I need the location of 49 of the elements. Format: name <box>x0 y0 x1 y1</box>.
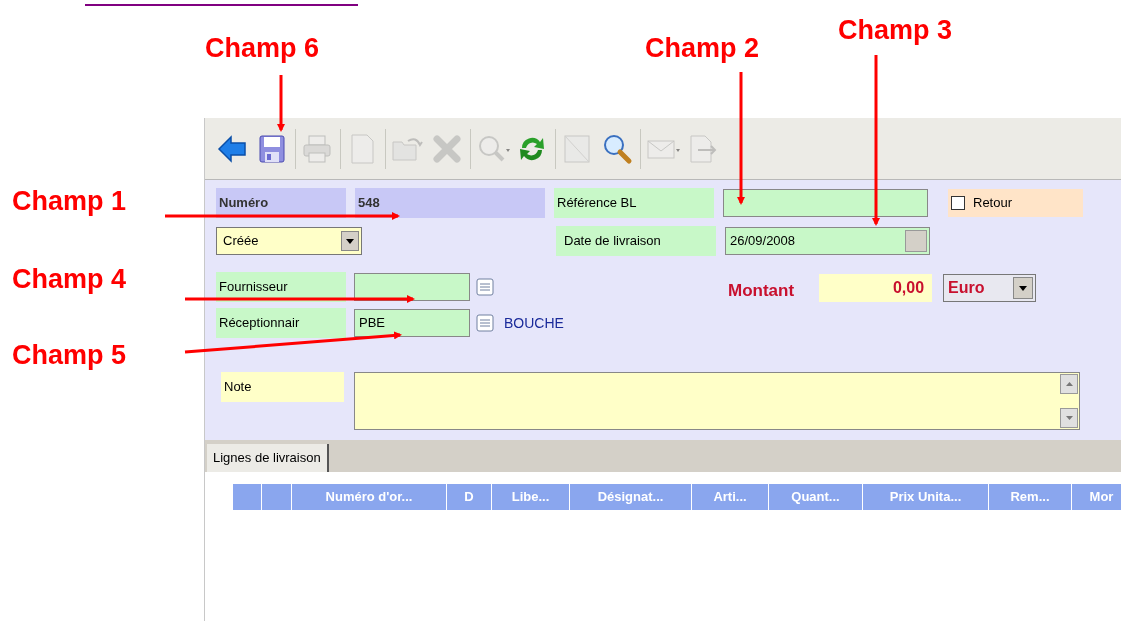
annotation-label: Champ 3 <box>838 14 953 47</box>
column-header[interactable]: Désignat... <box>570 484 692 510</box>
field-label: Date de livraison <box>556 226 716 256</box>
tab[interactable]: Lignes de livraison <box>207 444 329 472</box>
column-header[interactable]: D <box>447 484 492 510</box>
receiver-field[interactable]: PBE <box>354 309 470 337</box>
amount-label: Montant <box>728 280 795 303</box>
field-label: Référence BL <box>554 188 714 218</box>
annotation-label: Champ 1 <box>12 185 127 218</box>
annotation-label: Champ 5 <box>12 339 127 372</box>
currency-dropdown[interactable]: Euro <box>943 274 1037 302</box>
date-picker-button[interactable] <box>905 230 927 252</box>
column-header[interactable]: Prix Unita... <box>863 484 989 510</box>
amount-value: 0,00 <box>819 274 933 302</box>
column-header[interactable]: Numéro d'or... <box>292 484 447 510</box>
annotation-label: Champ 4 <box>12 263 127 296</box>
scroll-up-button[interactable] <box>1060 374 1078 394</box>
column-header[interactable]: Quant... <box>769 484 863 510</box>
dropdown-button[interactable] <box>341 231 359 251</box>
reference-field[interactable] <box>723 189 928 217</box>
caret-icon <box>1019 285 1028 291</box>
column-header[interactable]: Arti... <box>692 484 769 510</box>
checkbox[interactable] <box>951 196 965 210</box>
column-header[interactable] <box>262 484 292 510</box>
supplier-field[interactable] <box>354 273 470 301</box>
caret-icon <box>346 238 354 244</box>
receiver-name: BOUCHE <box>504 313 564 333</box>
column-header[interactable]: Mor <box>1072 484 1121 510</box>
annotation-label: Champ 2 <box>645 32 760 65</box>
scrollbar[interactable] <box>1059 373 1079 429</box>
list-icon[interactable] <box>476 278 494 296</box>
annotation-arrow <box>277 75 285 132</box>
up-arrow-icon <box>1065 382 1073 386</box>
column-header[interactable]: Libe... <box>492 484 570 510</box>
note-field[interactable] <box>354 372 1080 430</box>
status-dropdown[interactable]: Créée <box>216 227 362 255</box>
field-label: Numéro <box>216 188 346 218</box>
column-header[interactable]: Rem... <box>989 484 1072 510</box>
list-icon[interactable] <box>476 314 494 332</box>
checkbox-label: Retour <box>973 194 1013 213</box>
field-label: Réceptionnair <box>216 308 346 338</box>
down-arrow-icon <box>1065 416 1073 420</box>
annotation-label: Champ 6 <box>205 32 320 65</box>
number-value: 548 <box>355 188 545 218</box>
field-label: Note <box>221 372 344 402</box>
date-field[interactable]: 26/09/2008 <box>725 227 930 255</box>
dropdown-button[interactable] <box>1013 277 1034 299</box>
column-header[interactable] <box>233 484 262 510</box>
scroll-down-button[interactable] <box>1060 408 1078 428</box>
